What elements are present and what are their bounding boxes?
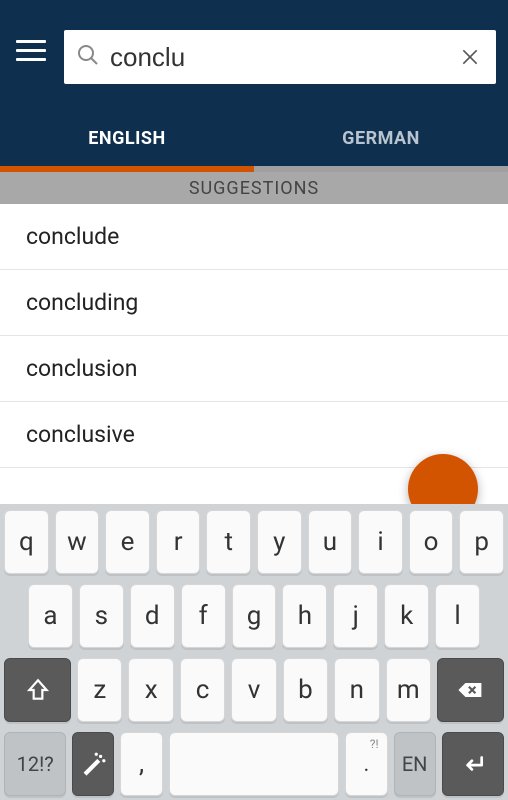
- key-w[interactable]: w: [55, 510, 100, 574]
- enter-key[interactable]: [442, 732, 504, 796]
- key-j[interactable]: j: [333, 584, 378, 648]
- key-i[interactable]: i: [358, 510, 403, 574]
- menu-icon[interactable]: [12, 30, 52, 70]
- keyboard-row-2: a s d f g h j k l: [4, 584, 504, 648]
- key-y[interactable]: y: [257, 510, 302, 574]
- key-g[interactable]: g: [232, 584, 277, 648]
- suggestions-list: conclude concluding conclusion conclusiv…: [0, 204, 508, 504]
- keyboard-row-4: 12!? , ?! . EN: [4, 732, 504, 796]
- key-h[interactable]: h: [282, 584, 327, 648]
- key-m[interactable]: m: [386, 658, 431, 722]
- key-l[interactable]: l: [435, 584, 480, 648]
- search-icon: [76, 43, 100, 71]
- keyboard: q w e r t y u i o p a s d f g h j k l z: [0, 504, 508, 800]
- key-t[interactable]: t: [206, 510, 251, 574]
- key-z[interactable]: z: [77, 658, 122, 722]
- key-e[interactable]: e: [105, 510, 150, 574]
- space-key[interactable]: [169, 732, 340, 796]
- key-f[interactable]: f: [181, 584, 226, 648]
- key-s[interactable]: s: [79, 584, 124, 648]
- key-r[interactable]: r: [156, 510, 201, 574]
- key-c[interactable]: c: [180, 658, 225, 722]
- language-key[interactable]: EN: [394, 732, 436, 796]
- keyboard-row-3: z x c v b n m: [4, 658, 504, 722]
- key-x[interactable]: x: [128, 658, 173, 722]
- magic-key[interactable]: [72, 732, 114, 796]
- search-input[interactable]: [100, 42, 456, 73]
- key-b[interactable]: b: [283, 658, 328, 722]
- language-tabs: ENGLISH GERMAN: [0, 110, 508, 166]
- key-o[interactable]: o: [409, 510, 454, 574]
- key-p[interactable]: p: [459, 510, 504, 574]
- search-box: [64, 30, 496, 84]
- period-sup: ?!: [370, 737, 379, 751]
- suggestions-header: SUGGESTIONS: [0, 172, 508, 204]
- symbols-key[interactable]: 12!?: [4, 732, 66, 796]
- key-d[interactable]: d: [130, 584, 175, 648]
- list-item[interactable]: concluding: [0, 270, 508, 336]
- list-item[interactable]: conclusion: [0, 336, 508, 402]
- key-u[interactable]: u: [308, 510, 353, 574]
- list-item[interactable]: conclude: [0, 204, 508, 270]
- tab-german[interactable]: GERMAN: [254, 110, 508, 166]
- key-q[interactable]: q: [4, 510, 49, 574]
- clear-icon[interactable]: [456, 43, 484, 71]
- keyboard-row-1: q w e r t y u i o p: [4, 510, 504, 574]
- key-k[interactable]: k: [384, 584, 429, 648]
- tab-english[interactable]: ENGLISH: [0, 110, 254, 166]
- period-key[interactable]: ?! .: [345, 732, 387, 796]
- key-a[interactable]: a: [28, 584, 73, 648]
- backspace-key[interactable]: [437, 658, 504, 722]
- key-v[interactable]: v: [231, 658, 276, 722]
- comma-key[interactable]: ,: [120, 732, 162, 796]
- key-n[interactable]: n: [334, 658, 379, 722]
- shift-key[interactable]: [4, 658, 71, 722]
- period-label: .: [364, 752, 370, 777]
- app-header: [0, 0, 508, 110]
